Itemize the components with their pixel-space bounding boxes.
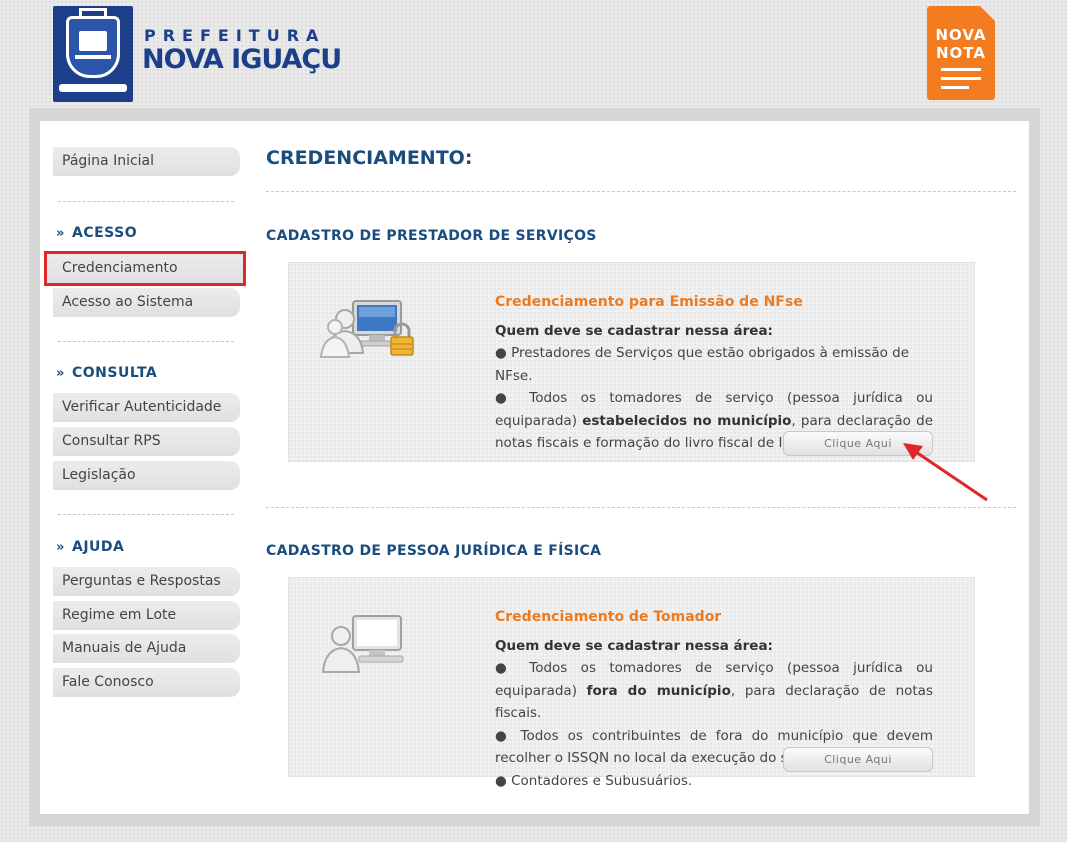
crest-shield [66, 16, 120, 78]
section-acesso: » ACESSO [56, 225, 138, 241]
sidebar-item-manuais[interactable]: Manuais de Ajuda [53, 634, 240, 663]
section-heading-prestador: CADASTRO DE PRESTADOR DE SERVIÇOS [266, 228, 597, 244]
nova-nota-badge[interactable]: NOVA NOTA [927, 6, 995, 100]
sidebar-item-verificar[interactable]: Verificar Autenticidade [53, 393, 240, 422]
sidebar-item-label: Página Inicial [62, 153, 155, 169]
sidebar-divider [58, 341, 234, 342]
sidebar-item-label: Verificar Autenticidade [62, 399, 222, 415]
card-question: Quem deve se cadastrar nessa área: [495, 322, 773, 339]
crest-banner [59, 84, 127, 92]
card-paragraph: ● Contadores e Subusuários. [495, 772, 693, 789]
sidebar-item-consultar-rps[interactable]: Consultar RPS [53, 427, 240, 456]
sidebar-item-label: Credenciamento [62, 260, 178, 276]
badge-line-1: NOVA [935, 26, 987, 44]
clique-aqui-button[interactable]: Clique Aqui [783, 747, 933, 772]
brand-city-name: NOVA IGUAÇU [142, 44, 342, 75]
card-body: Credenciamento para Emissão de NFse Quem… [495, 291, 933, 455]
sidebar-item-label: Consultar RPS [62, 433, 161, 449]
section-consulta: » CONSULTA [56, 365, 158, 381]
badge-line-2: NOTA [936, 44, 986, 62]
sidebar-item-label: Legislação [62, 467, 136, 483]
document-lines-icon [941, 68, 981, 95]
sidebar-item-legislacao[interactable]: Legislação [53, 461, 240, 490]
sidebar-item-perguntas[interactable]: Perguntas e Respostas [53, 567, 240, 596]
city-crest-logo[interactable] [53, 6, 133, 102]
page-title: CREDENCIAMENTO: [266, 147, 473, 169]
double-chevron-icon: » [56, 366, 65, 381]
card-paragraph: ● Todos os tomadores de serviço (pessoa … [495, 660, 933, 721]
user-computer-lock-icon [319, 300, 414, 358]
sidebar-item-label: Manuais de Ajuda [62, 640, 187, 656]
sidebar-item-label: Regime em Lote [62, 607, 177, 623]
card-tomador: Credenciamento de Tomador Quem deve se c… [288, 577, 975, 789]
content-divider [266, 191, 1016, 192]
sidebar-divider [58, 201, 234, 202]
card-title: Credenciamento de Tomador [495, 609, 722, 625]
sidebar-item-label: Fale Conosco [62, 674, 154, 690]
crest-crown [79, 8, 107, 16]
sidebar-item-label: Perguntas e Respostas [62, 573, 221, 589]
brand-prefeitura: PREFEITURA [144, 26, 326, 45]
site-header: PREFEITURA NOVA IGUAÇU NOVA NOTA [0, 0, 1067, 108]
sidebar-item-acesso-sistema[interactable]: Acesso ao Sistema [53, 288, 240, 317]
card-title: Credenciamento para Emissão de NFse [495, 294, 803, 310]
sidebar-divider [58, 514, 234, 515]
main-panel: Página Inicial » ACESSO Credenciamento Ac… [40, 121, 1029, 814]
section-heading-tomador: CADASTRO DE PESSOA JURÍDICA E FÍSICA [266, 543, 602, 559]
sidebar-item-regime-lote[interactable]: Regime em Lote [53, 601, 240, 630]
section-ajuda: » AJUDA [56, 539, 125, 555]
sidebar-item-credenciamento[interactable]: Credenciamento [44, 251, 246, 286]
card-prestador: Credenciamento para Emissão de NFse Quem… [288, 262, 975, 462]
sidebar-item-label: Acesso ao Sistema [62, 294, 194, 310]
sidebar-item-home[interactable]: Página Inicial [53, 147, 240, 176]
double-chevron-icon: » [56, 226, 65, 241]
double-chevron-icon: » [56, 540, 65, 555]
sidebar: Página Inicial » ACESSO Credenciamento Ac… [40, 121, 270, 814]
card-question: Quem deve se cadastrar nessa área: [495, 637, 773, 654]
annotation-arrow-icon [903, 443, 988, 502]
card-paragraph: ● Prestadores de Serviços que estão obri… [495, 345, 910, 384]
sidebar-item-fale-conosco[interactable]: Fale Conosco [53, 668, 240, 697]
user-computer-icon [321, 615, 404, 673]
